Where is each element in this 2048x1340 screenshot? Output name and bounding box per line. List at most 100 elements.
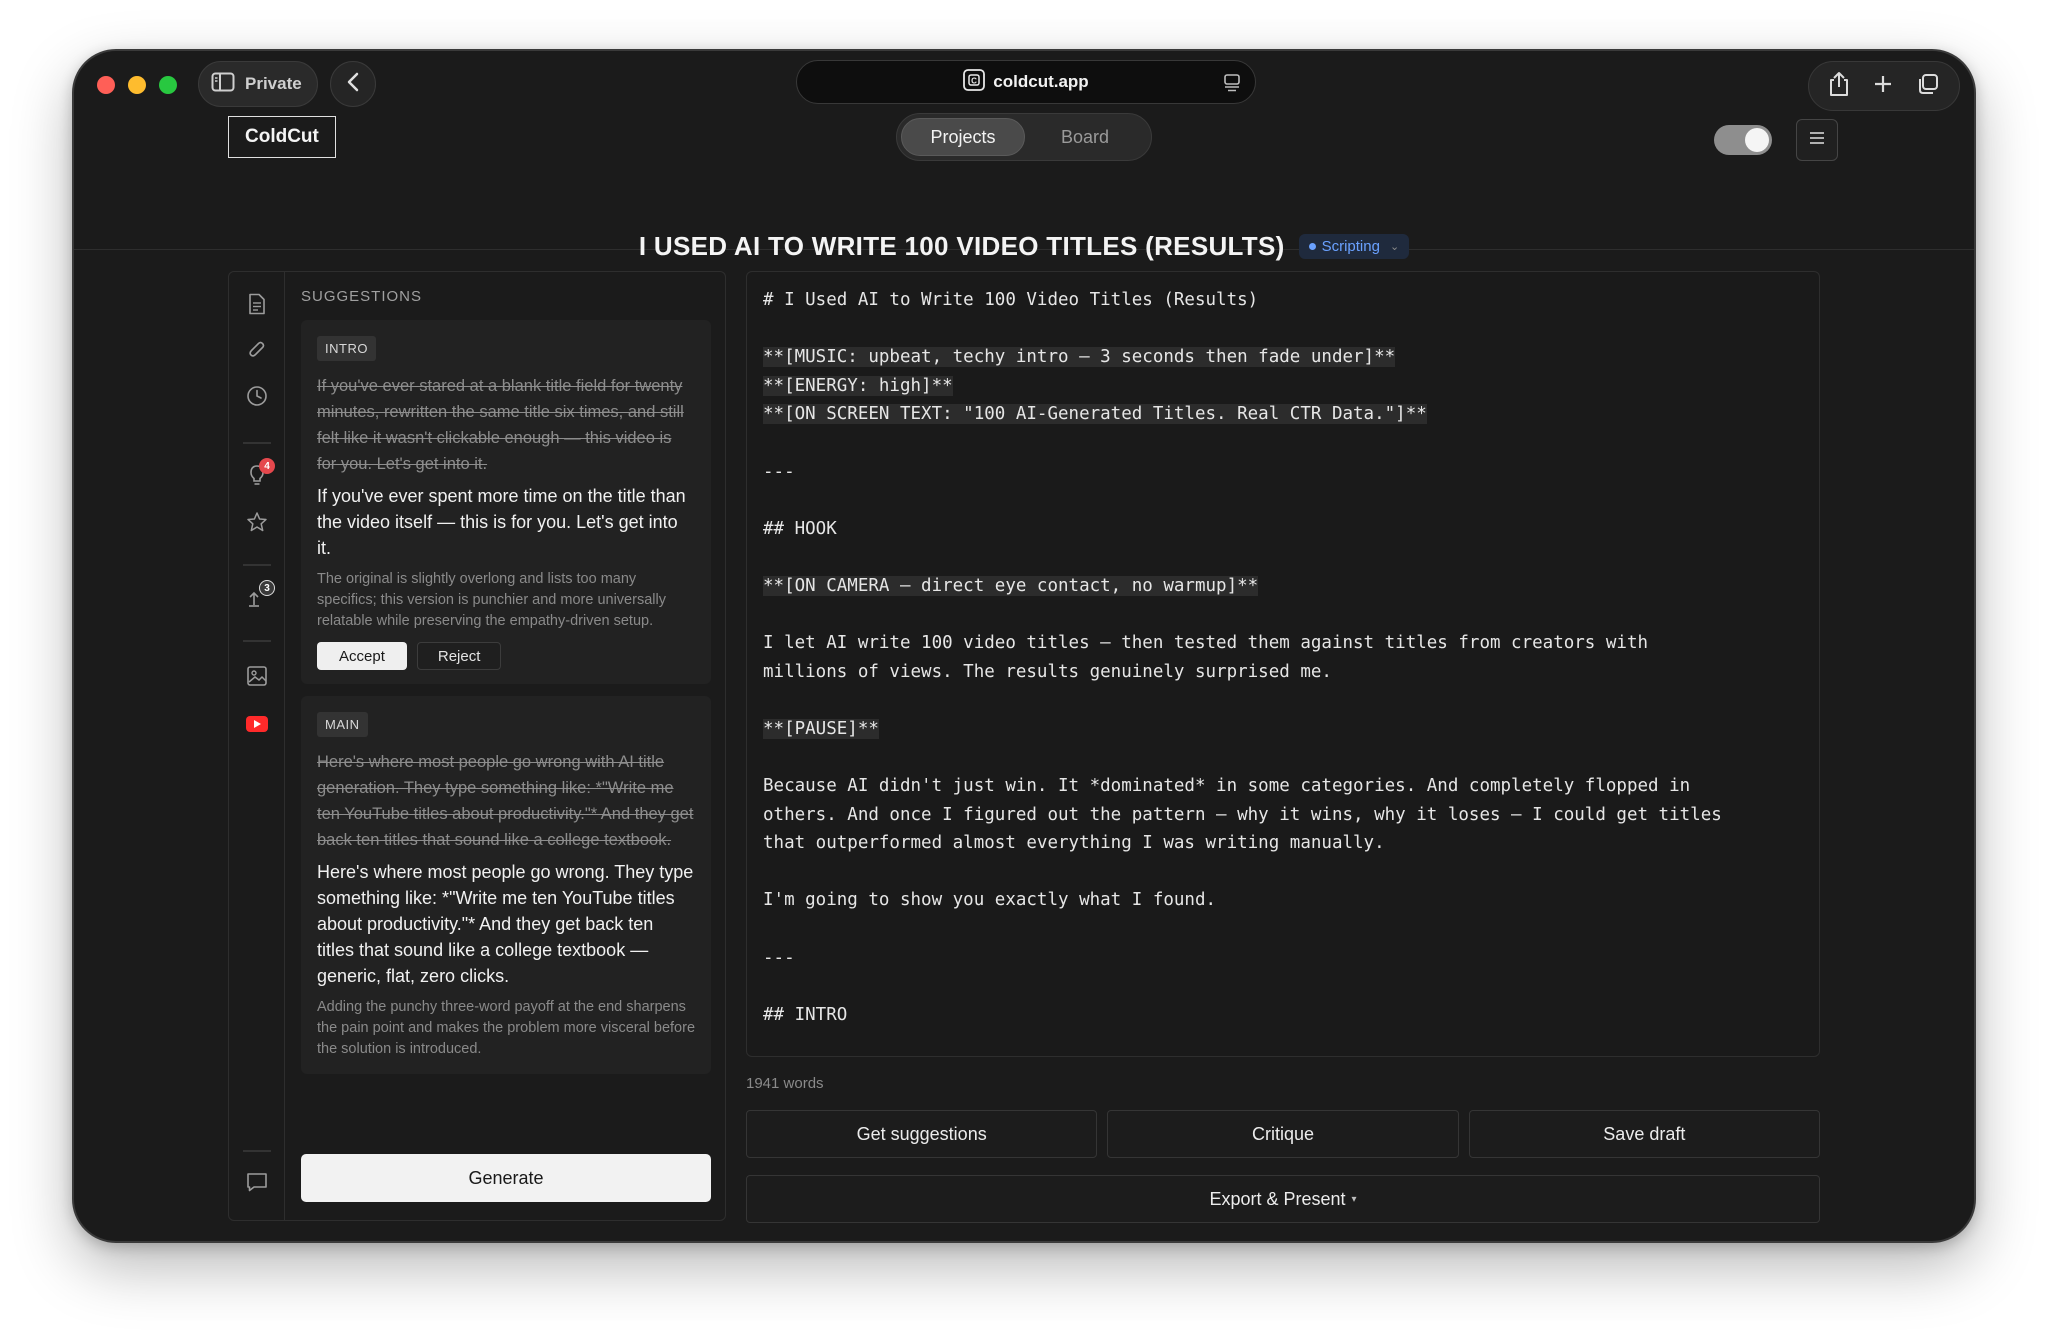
url-text: coldcut.app	[993, 72, 1089, 91]
editor-line: others. And once I figured out the patte…	[763, 801, 1803, 830]
clock-icon[interactable]	[245, 384, 269, 408]
script-text: millions of views. The results genuinely…	[763, 661, 1332, 682]
zoom-window-button[interactable]	[159, 76, 177, 94]
editor-actions: Get suggestions Critique Save draft	[746, 1110, 1820, 1158]
tool-rail: 4 3	[229, 272, 285, 1220]
editor-line: **[ON SCREEN TEXT: "100 AI-Generated Tit…	[763, 400, 1803, 429]
script-text: ---	[763, 947, 795, 968]
direction-cue: **[ON SCREEN TEXT: "100 AI-Generated Tit…	[763, 404, 1427, 425]
browser-window: Private C coldcut.app ColdCut Projects B…	[72, 49, 1976, 1243]
editor-line: I let AI write 100 video titles — then t…	[763, 629, 1803, 658]
upload-count-badge: 3	[259, 580, 275, 596]
tab-projects[interactable]: Projects	[901, 118, 1025, 156]
minimize-window-button[interactable]	[128, 76, 146, 94]
export-present-button[interactable]: Export & Present ▾	[746, 1175, 1820, 1223]
script-text: ## HOOK	[763, 518, 837, 539]
suggestions-panel: 4 3 SUGGESTIONS INTRO If you've ever sta…	[228, 271, 726, 1221]
suggestion-reason: Adding the punchy three-word payoff at t…	[317, 999, 696, 1057]
editor-line: I'm going to show you exactly what I fou…	[763, 886, 1803, 915]
close-window-button[interactable]	[97, 76, 115, 94]
lightbulb-icon[interactable]: 4	[245, 458, 275, 488]
tab-overview-icon[interactable]	[1916, 72, 1940, 101]
view-switcher: Projects Board	[896, 113, 1152, 161]
word-count: 1941 words	[746, 1075, 824, 1092]
comment-icon[interactable]	[245, 1170, 269, 1194]
status-label: Scripting	[1321, 237, 1380, 255]
editor-line: ---	[763, 458, 1803, 487]
reject-button[interactable]: Reject	[416, 642, 502, 670]
save-draft-button[interactable]: Save draft	[1468, 1110, 1820, 1158]
editor-line: **[MUSIC: upbeat, techy intro — 3 second…	[763, 343, 1803, 372]
direction-cue: **[ON CAMERA — direct eye contact, no wa…	[763, 575, 1259, 596]
editor-line: millions of views. The results genuinely…	[763, 658, 1803, 687]
script-editor[interactable]: # I Used AI to Write 100 Video Titles (R…	[746, 271, 1820, 1057]
editor-line: that outperformed almost everything I wa…	[763, 829, 1803, 858]
app-logo[interactable]: ColdCut	[228, 116, 336, 158]
suggestion-actions: Accept Reject	[317, 642, 695, 670]
browser-titlebar: Private C coldcut.app	[74, 51, 1974, 121]
status-badge[interactable]: Scripting ⌄	[1298, 233, 1410, 259]
get-suggestions-button[interactable]: Get suggestions	[746, 1110, 1098, 1158]
script-text: ---	[763, 461, 795, 482]
script-text: Because AI didn't just win. It *dominate…	[763, 776, 1691, 797]
editor-line: ---	[763, 944, 1803, 973]
suggested-text: Here's where most people go wrong. They …	[317, 862, 694, 986]
window-controls	[97, 76, 177, 94]
script-text: # I Used AI to Write 100 Video Titles (R…	[763, 290, 1259, 310]
suggestion-card: INTRO If you've ever stared at a blank t…	[301, 320, 711, 684]
private-label: Private	[245, 74, 302, 93]
script-text: that outperformed almost everything I wa…	[763, 833, 1385, 854]
image-icon[interactable]	[245, 664, 269, 688]
direction-cue: **[ENERGY: high]**	[763, 375, 953, 396]
editor-line: ## INTRO	[763, 1001, 1803, 1030]
script-text: ## INTRO	[763, 1004, 848, 1025]
document-title-row: I USED AI TO WRITE 100 VIDEO TITLES (RES…	[74, 221, 1974, 271]
back-button[interactable]	[330, 61, 376, 107]
rail-divider	[243, 640, 271, 642]
star-icon[interactable]	[245, 510, 269, 534]
theme-toggle[interactable]	[1714, 125, 1772, 155]
critique-button[interactable]: Critique	[1107, 1110, 1459, 1158]
chevron-left-icon	[346, 72, 360, 97]
browser-actions	[1808, 61, 1960, 111]
original-text: Here's where most people go wrong with A…	[317, 753, 694, 849]
script-text: I'm going to show you exactly what I fou…	[763, 890, 1217, 911]
reader-mode-icon[interactable]	[1223, 73, 1241, 98]
upload-icon[interactable]: 3	[245, 580, 275, 610]
document-icon[interactable]	[245, 292, 269, 316]
suggestions-scroll-area[interactable]: INTRO If you've ever stared at a blank t…	[301, 320, 711, 1140]
toggle-knob	[1745, 128, 1769, 152]
sidebar-toggle-button[interactable]: Private	[198, 61, 318, 107]
suggestion-count-badge: 4	[259, 458, 275, 474]
svg-text:C: C	[971, 76, 977, 85]
tab-board[interactable]: Board	[1025, 118, 1145, 156]
editor-line: **[ON CAMERA — direct eye contact, no wa…	[763, 572, 1803, 601]
direction-cue: **[PAUSE]**	[763, 718, 879, 739]
section-tag: INTRO	[317, 336, 376, 361]
rail-divider	[243, 564, 271, 566]
original-text: If you've ever stared at a blank title f…	[317, 377, 684, 473]
youtube-icon[interactable]	[245, 712, 269, 736]
export-label: Export & Present	[1209, 1188, 1346, 1209]
menu-button[interactable]	[1796, 119, 1838, 161]
rail-divider	[243, 442, 271, 444]
section-tag: MAIN	[317, 712, 368, 737]
generate-button[interactable]: Generate	[301, 1154, 711, 1202]
share-icon[interactable]	[1828, 71, 1850, 102]
chevron-down-icon: ⌄	[1389, 240, 1400, 253]
paperclip-icon[interactable]	[245, 338, 269, 362]
address-bar[interactable]: C coldcut.app	[796, 60, 1256, 104]
accept-button[interactable]: Accept	[317, 642, 407, 670]
new-tab-icon[interactable]	[1872, 73, 1894, 100]
direction-cue: **[MUSIC: upbeat, techy intro — 3 second…	[763, 347, 1396, 368]
caret-down-icon: ▾	[1351, 1193, 1357, 1205]
document-title[interactable]: I USED AI TO WRITE 100 VIDEO TITLES (RES…	[639, 231, 1285, 262]
